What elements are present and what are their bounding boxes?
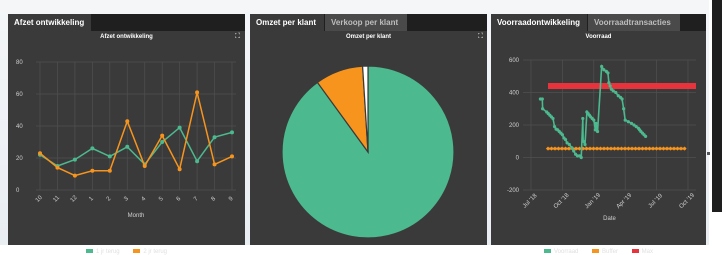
data-point bbox=[142, 164, 147, 168]
voorraad-point bbox=[607, 81, 611, 85]
voorraad-point bbox=[614, 90, 618, 95]
data-point bbox=[38, 151, 42, 156]
data-point bbox=[212, 135, 217, 140]
x-tick-label: 10 bbox=[35, 194, 44, 203]
voorraad-point bbox=[608, 84, 612, 88]
y-tick-label: 20 bbox=[16, 156, 23, 162]
y-tick-label: 0 bbox=[16, 188, 20, 194]
voorraad-line bbox=[540, 64, 647, 160]
dot-marker bbox=[707, 152, 710, 155]
y-tick-label: -200 bbox=[507, 188, 520, 194]
data-point bbox=[195, 90, 200, 95]
x-tick-label: 4 bbox=[141, 196, 148, 203]
data-point bbox=[160, 140, 165, 144]
x-tick-label: 9 bbox=[228, 196, 235, 203]
legend-item-max[interactable]: Max bbox=[631, 249, 653, 255]
y-tick-label: 200 bbox=[509, 123, 520, 129]
afzet-chart: 80604020010 11 12 1 2 3 4 5 6 7 8 9Month bbox=[16, 60, 236, 219]
data-point bbox=[72, 157, 77, 162]
legend: Voorraad Buffer Max bbox=[491, 249, 706, 255]
y-tick-label: 40 bbox=[16, 124, 23, 130]
voorraad-panel: Voorraadontwikkeling Voorraadtransacties… bbox=[491, 14, 706, 255]
afzet-panel: Afzet ontwikkeling Afzet ontwikkeling ⛶ … bbox=[8, 14, 245, 255]
voorraad-chart: 600 400 200 0 -200Jul '18 Oct '18 Jan '19 Apr '… bbox=[507, 58, 697, 222]
data-point bbox=[125, 119, 130, 124]
voorraad-point bbox=[583, 142, 587, 147]
data-point bbox=[72, 173, 77, 178]
x-tick-label: 12 bbox=[70, 194, 79, 203]
voorraad-point bbox=[622, 107, 626, 111]
voorraad-point bbox=[644, 134, 648, 138]
data-point bbox=[212, 162, 217, 167]
voorraad-point bbox=[581, 116, 585, 121]
voorraad-point bbox=[541, 107, 545, 111]
scrollbar[interactable] bbox=[712, 0, 722, 212]
voorraad-point bbox=[592, 118, 596, 122]
voorraad-point bbox=[570, 146, 574, 150]
x-axis-label: Date bbox=[603, 216, 616, 222]
voorraad-point bbox=[560, 133, 564, 137]
legend-item-2[interactable]: 2 jr terug bbox=[133, 249, 167, 255]
data-point bbox=[177, 167, 182, 172]
x-axis-label: Month bbox=[128, 213, 145, 219]
voorraad-point bbox=[563, 138, 568, 142]
voorraad-point bbox=[551, 116, 555, 121]
x-tick-label: Jan '19 bbox=[584, 192, 602, 210]
x-tick-label: 2 bbox=[106, 196, 113, 203]
max-line bbox=[548, 83, 696, 89]
data-point bbox=[90, 146, 95, 151]
x-tick-label: Jul '18 bbox=[522, 193, 539, 210]
legend: 1 jr terug 2 jr terug bbox=[8, 249, 245, 255]
x-tick-label: Apr '19 bbox=[616, 192, 634, 210]
voorraad-point bbox=[579, 155, 583, 160]
voorraad-point bbox=[581, 139, 585, 143]
voorraad-point bbox=[623, 118, 627, 122]
y-tick-label: 0 bbox=[516, 156, 520, 162]
voorraad-point bbox=[594, 121, 598, 125]
voorraad-point bbox=[540, 97, 544, 101]
x-tick-label: 3 bbox=[123, 196, 130, 203]
voorraad-point bbox=[600, 64, 604, 69]
data-point bbox=[125, 144, 130, 149]
x-tick-label: Oct '18 bbox=[553, 192, 571, 210]
data-point bbox=[160, 133, 165, 138]
y-tick-label: 80 bbox=[16, 60, 23, 66]
x-tick-label: 8 bbox=[211, 196, 218, 203]
voorraad-point bbox=[620, 97, 624, 101]
data-point bbox=[177, 125, 182, 130]
y-tick-label: 60 bbox=[16, 92, 23, 98]
y-tick-label: 400 bbox=[509, 91, 520, 97]
legend-item-1[interactable]: 1 jr terug bbox=[85, 249, 120, 255]
data-point bbox=[230, 130, 234, 135]
x-tick-label: 1 bbox=[88, 196, 95, 203]
data-point bbox=[55, 165, 60, 170]
data-point bbox=[195, 159, 200, 164]
data-point bbox=[230, 154, 234, 159]
x-tick-label: 11 bbox=[52, 195, 61, 204]
legend-item-voorraad[interactable]: Voorraad bbox=[544, 249, 578, 255]
voorraad-point bbox=[606, 71, 610, 75]
voorraad-point bbox=[595, 129, 600, 134]
data-point bbox=[107, 168, 112, 173]
x-tick-label: 7 bbox=[193, 196, 200, 203]
omzet-panel: Omzet per klant Verkoop per klant Omzet … bbox=[250, 14, 487, 245]
pie-chart bbox=[281, 65, 455, 239]
data-point bbox=[107, 154, 112, 159]
voorraad-point bbox=[567, 142, 571, 147]
series-line bbox=[39, 92, 233, 177]
x-tick-label: 5 bbox=[158, 196, 165, 203]
x-tick-label: Jul '19 bbox=[648, 193, 665, 210]
voorraad-point bbox=[626, 120, 630, 124]
series-line bbox=[39, 126, 233, 167]
data-point bbox=[90, 168, 95, 173]
x-tick-label: 6 bbox=[176, 196, 183, 203]
legend-item-buffer[interactable]: Buffer bbox=[592, 249, 618, 255]
x-tick-label: Oct '19 bbox=[679, 192, 697, 210]
buffer-point bbox=[682, 146, 687, 151]
voorraad-point bbox=[572, 149, 576, 153]
y-tick-label: 600 bbox=[509, 58, 520, 64]
